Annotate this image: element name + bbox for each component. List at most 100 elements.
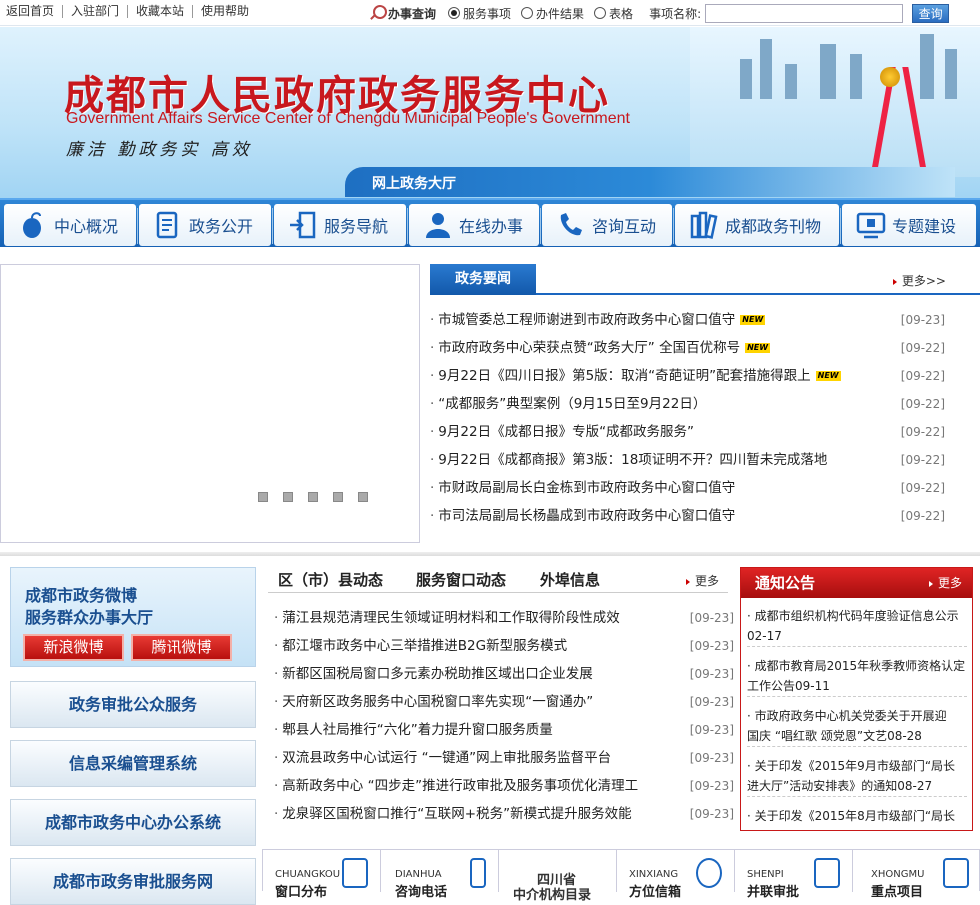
top-bar: 返回首页 入驻部门 收藏本站 使用帮助 办事查询 服务事项 办件结果 表格 事项… (0, 0, 980, 26)
new-badge: NEW (815, 371, 841, 381)
project-icon (943, 858, 969, 888)
district-news-item[interactable]: 新都区国税局窗口多元素办税助推区域出口企业发展[09-23] (274, 660, 734, 688)
departments-link[interactable]: 入驻部门 (62, 5, 127, 18)
nav-center-overview[interactable]: 中心概况 (4, 204, 136, 246)
notice-item[interactable]: 市政府政务中心机关党委关于开展迎国庆 “唱红歌 颂党恩”文艺08-28 (747, 706, 967, 747)
news-item[interactable]: 9月22日《成都商报》第3版：18项证明不开？四川暂未完成落地[09-22] (430, 446, 980, 474)
radio-service-items[interactable]: 服务事项 (448, 5, 511, 22)
new-badge: NEW (745, 343, 771, 353)
window-icon (342, 858, 368, 888)
more-link[interactable]: 更多 (929, 568, 962, 598)
notice-item[interactable]: 成都市组织机构代码年度验证信息公示02-17 (747, 606, 967, 647)
district-news-item[interactable]: 龙泉驿区国税窗口推行“互联网+税务”新模式提升服务效能[09-23] (274, 800, 734, 828)
mailbox-icon (696, 858, 722, 888)
phone-icon (556, 210, 586, 240)
tencent-weibo-button[interactable]: 腾讯微博 (131, 634, 232, 661)
emblem-icon (880, 67, 900, 87)
sina-weibo-button[interactable]: 新浪微博 (23, 634, 124, 661)
district-news-item[interactable]: 郫县人社局推行“六化”着力提升窗口服务质量[09-23] (274, 716, 734, 744)
slider-dot[interactable] (308, 492, 318, 502)
notice-item[interactable]: 关于印发《2015年8月市级部门“局长 (747, 806, 967, 826)
district-news-item[interactable]: 都江堰市政务中心三举措推进B2G新型服务模式[09-23] (274, 632, 734, 660)
magnifier-icon (368, 4, 387, 22)
quick-link-mailbox[interactable]: XINXIANG 方位信箱 (617, 850, 735, 900)
online-hall-banner[interactable]: 网上政务大厅 (345, 167, 955, 197)
news-list: 市城管委总工程师谢进到市政府政务中心窗口值守NEW[09-23]市政府政务中心荣… (430, 306, 980, 530)
image-slider[interactable] (0, 264, 420, 543)
news-item[interactable]: “成都服务”典型案例（9月15日至9月22日）[09-22] (430, 390, 980, 418)
district-news-item[interactable]: 高新政务中心 “四步走”推进行政审批及服务事项优化清理工[09-23] (274, 772, 734, 800)
bookmark-link[interactable]: 收藏本站 (127, 5, 192, 18)
nav-special-topics[interactable]: 专题建设 (842, 204, 976, 246)
field-label: 事项名称: (649, 6, 702, 21)
books-icon (689, 210, 719, 240)
nav-service-guide[interactable]: 服务导航 (274, 204, 406, 246)
news-item[interactable]: 9月22日《成都日报》专版“成都政务服务”[09-22] (430, 418, 980, 446)
bridge-tower-image (866, 67, 936, 177)
weibo-subtitle: 服务群众办事大厅 (25, 608, 154, 627)
news-item[interactable]: 9月22日《四川日报》第5版：取消“奇葩证明”配套措施得跟上NEW[09-22] (430, 362, 980, 390)
slider-dot[interactable] (283, 492, 293, 502)
tab-external-info[interactable]: 外埠信息 (540, 569, 600, 590)
divider (0, 552, 980, 556)
search-button[interactable]: 查询 (912, 3, 950, 23)
district-news-list: 蒲江县规范清理民生领域证明材料和工作取得阶段性成效[09-23]都江堰市政务中心… (274, 604, 734, 828)
telephone-icon (470, 858, 486, 888)
slider-dot[interactable] (358, 492, 368, 502)
system-button[interactable]: 政务审批公众服务 (10, 681, 256, 728)
quick-link-approval[interactable]: SHENPI 并联审批 (735, 850, 853, 900)
slider-dot[interactable] (333, 492, 343, 502)
site-subtitle: Government Affairs Service Center of Che… (66, 110, 630, 127)
document-icon (153, 210, 183, 240)
nav-consult[interactable]: 咨询互动 (542, 204, 672, 246)
district-news-item[interactable]: 天府新区政务服务中心国税窗口率先实现“一窗通办”[09-23] (274, 688, 734, 716)
tab-window-news[interactable]: 服务窗口动态 (416, 569, 506, 590)
notice-title: 通知公告 (755, 574, 816, 592)
news-item[interactable]: 市政府政务中心荣获点赞“政务大厅” 全国百优称号NEW[09-22] (430, 334, 980, 362)
search-title: 办事查询 (388, 6, 437, 21)
slider-dot[interactable] (258, 492, 268, 502)
help-link[interactable]: 使用帮助 (192, 5, 257, 18)
weibo-title: 成都市政务微博 (25, 586, 138, 605)
door-icon (288, 210, 318, 240)
city-skyline-image (690, 27, 980, 177)
notice-panel: 通知公告 更多 成都市组织机构代码年度验证信息公示02-17 成都市教育局2015年… (740, 567, 973, 831)
nav-public-affairs[interactable]: 政务公开 (139, 204, 271, 246)
system-button[interactable]: 成都市政务审批服务网 (10, 858, 256, 905)
radio-forms[interactable]: 表格 (594, 5, 633, 22)
nav-publications[interactable]: 成都政务刊物 (675, 204, 839, 246)
monitor-icon (856, 210, 886, 240)
search-input[interactable] (705, 3, 904, 23)
main-nav: 中心概况 政务公开 服务导航 在线办事 咨询互动 成都政务刊物 专题建设 (0, 198, 980, 247)
affairs-news: 政务要闻 更多>> 市城管委总工程师谢进到市政府政务中心窗口值守NEW[09-2… (430, 264, 980, 543)
news-item[interactable]: 市司法局副局长杨畾成到市政府政务中心窗口值守[09-22] (430, 502, 980, 530)
banner: 成都市人民政府政务服务中心 Government Affairs Service… (0, 27, 980, 247)
approval-icon (814, 858, 840, 888)
tab-district-news[interactable]: 区（市）县动态 (278, 569, 383, 590)
district-news-item[interactable]: 蒲江县规范清理民生领域证明材料和工作取得阶段性成效[09-23] (274, 604, 734, 632)
system-button[interactable]: 信息采编管理系统 (10, 740, 256, 787)
news-item[interactable]: 市财政局副局长白金栋到市政府政务中心窗口值守[09-22] (430, 474, 980, 502)
top-links: 返回首页 入驻部门 收藏本站 使用帮助 (6, 5, 257, 18)
quick-link-projects[interactable]: XHONGMU 重点项目 (853, 850, 980, 900)
quick-link-phone[interactable]: DIANHUA 咨询电话 (381, 850, 499, 900)
radio-results[interactable]: 办件结果 (521, 5, 584, 22)
quick-link-agency-directory[interactable]: 四川省 中介机构目录 (499, 850, 617, 903)
user-icon (423, 210, 453, 240)
more-link[interactable]: 更多>> (893, 272, 946, 289)
system-button[interactable]: 成都市政务中心办公系统 (10, 799, 256, 846)
tab-affairs-news[interactable]: 政务要闻 (430, 264, 536, 295)
weibo-panel: 成都市政务微博 服务群众办事大厅 新浪微博 腾讯微博 (10, 567, 256, 667)
more-link[interactable]: 更多 (686, 572, 719, 589)
site-slogan: 廉洁 勤政务实 高效 (66, 140, 253, 160)
news-item[interactable]: 市城管委总工程师谢进到市政府政务中心窗口值守NEW[09-23] (430, 306, 980, 334)
home-link[interactable]: 返回首页 (6, 5, 62, 18)
middle-tabs: 区（市）县动态 服务窗口动态 外埠信息 更多 (268, 563, 728, 593)
district-news-item[interactable]: 双流县政务中心试运行 “一键通”网上审批服务监督平台[09-23] (274, 744, 734, 772)
nav-online-service[interactable]: 在线办事 (409, 204, 539, 246)
new-badge: NEW (740, 315, 766, 325)
notice-item[interactable]: 关于印发《2015年9月市级部门“局长进大厅”活动安排表》的通知08-27 (747, 756, 967, 797)
notice-item[interactable]: 成都市教育局2015年秋季教师资格认定工作公告09-11 (747, 656, 967, 697)
quick-links-bar: CHUANGKOU 窗口分布 DIANHUA 咨询电话 四川省 中介机构目录 XINX… (262, 849, 980, 903)
quick-link-windows[interactable]: CHUANGKOU 窗口分布 (263, 850, 381, 900)
